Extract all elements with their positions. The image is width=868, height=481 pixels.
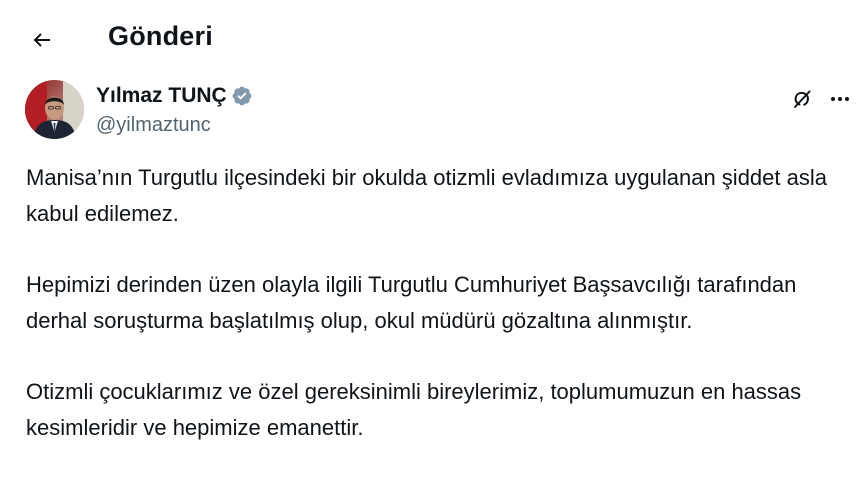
page-title: Gönderi (108, 21, 213, 51)
arrow-left-icon (30, 28, 54, 52)
author-name[interactable]: Yılmaz TUNÇ (96, 84, 227, 108)
more-horizontal-icon (828, 87, 852, 111)
tweet-text: Manisa’nın Turgutlu ilçesindeki bir okul… (26, 160, 856, 481)
tweet-paragraph: Manisa’nın Turgutlu ilçesindeki bir okul… (26, 165, 827, 226)
tweet-author: Yılmaz TUNÇ @yilmaztunc (25, 78, 855, 144)
author-handle[interactable]: @yilmaztunc (96, 114, 211, 137)
avatar[interactable] (25, 80, 84, 139)
author-name-group: Yılmaz TUNÇ (96, 84, 253, 108)
back-button[interactable] (22, 20, 62, 60)
page-header: Gönderi (0, 0, 868, 78)
tweet-paragraph: Hepimizi derinden üzen olayla ilgili Tur… (26, 272, 797, 333)
more-options-button[interactable] (825, 84, 855, 114)
tweet-paragraph: Otizmli çocuklarımız ve özel gereksiniml… (26, 379, 802, 440)
grok-button[interactable] (787, 84, 817, 114)
grok-icon (790, 87, 814, 111)
verified-badge-icon (231, 85, 253, 107)
